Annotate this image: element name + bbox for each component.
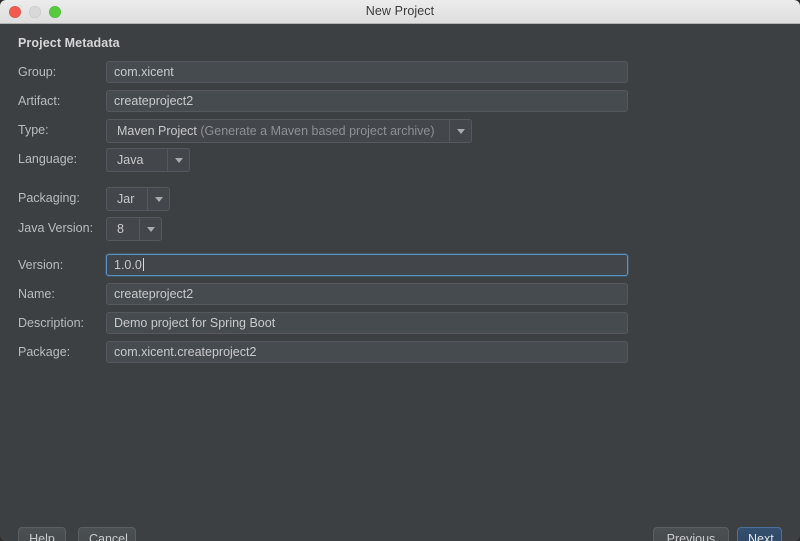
chevron-down-icon: [146, 226, 155, 232]
group-input[interactable]: com.xicent: [106, 61, 628, 83]
packaging-label: Packaging:: [18, 191, 80, 205]
artifact-input[interactable]: createproject2: [106, 90, 628, 112]
name-label: Name:: [18, 287, 55, 301]
java-version-dropdown-arrow-button[interactable]: [139, 218, 161, 240]
type-dropdown-value: Maven Project (Generate a Maven based pr…: [107, 120, 449, 142]
new-project-dialog: New Project Project Metadata Group: com.…: [0, 0, 800, 541]
language-dropdown-arrow-button[interactable]: [167, 149, 189, 171]
packaging-dropdown-arrow-button[interactable]: [147, 188, 169, 210]
previous-button[interactable]: Previous: [653, 527, 729, 541]
name-input[interactable]: createproject2: [106, 283, 628, 305]
language-dropdown-value: Java: [117, 153, 144, 167]
group-label: Group:: [18, 65, 57, 79]
type-dropdown-value-main: Maven Project: [117, 124, 197, 138]
window-title: New Project: [365, 4, 435, 18]
next-button[interactable]: Next: [737, 527, 782, 541]
window-titlebar: New Project: [0, 0, 800, 24]
java-version-dropdown-value: 8: [117, 222, 124, 236]
version-label: Version:: [18, 258, 64, 272]
type-label: Type:: [18, 123, 49, 137]
description-input[interactable]: Demo project for Spring Boot: [106, 312, 628, 334]
text-caret: [142, 258, 144, 271]
type-dropdown[interactable]: Maven Project (Generate a Maven based pr…: [106, 119, 472, 143]
version-input-value: 1.0.0: [114, 258, 142, 272]
section-heading: Project Metadata: [18, 36, 120, 50]
dialog-content: Project Metadata Group: com.xicent Artif…: [0, 24, 800, 541]
java-version-dropdown[interactable]: 8: [106, 217, 162, 241]
package-label: Package:: [18, 345, 71, 359]
chevron-down-icon: [174, 157, 183, 163]
help-button[interactable]: Help: [18, 527, 66, 541]
package-input[interactable]: com.xicent.createproject2: [106, 341, 628, 363]
language-label: Language:: [18, 152, 78, 166]
artifact-label: Artifact:: [18, 94, 61, 108]
language-dropdown[interactable]: Java: [106, 148, 190, 172]
chevron-down-icon: [154, 196, 163, 202]
type-dropdown-value-hint: (Generate a Maven based project archive): [200, 124, 435, 138]
type-dropdown-arrow-button[interactable]: [449, 120, 471, 142]
chevron-down-icon: [456, 128, 465, 134]
packaging-dropdown[interactable]: Jar: [106, 187, 170, 211]
packaging-dropdown-value: Jar: [117, 192, 135, 206]
cancel-button[interactable]: Cancel: [78, 527, 136, 541]
description-label: Description:: [18, 316, 84, 330]
java-version-label: Java Version:: [18, 221, 94, 235]
version-input[interactable]: 1.0.0: [106, 254, 628, 276]
